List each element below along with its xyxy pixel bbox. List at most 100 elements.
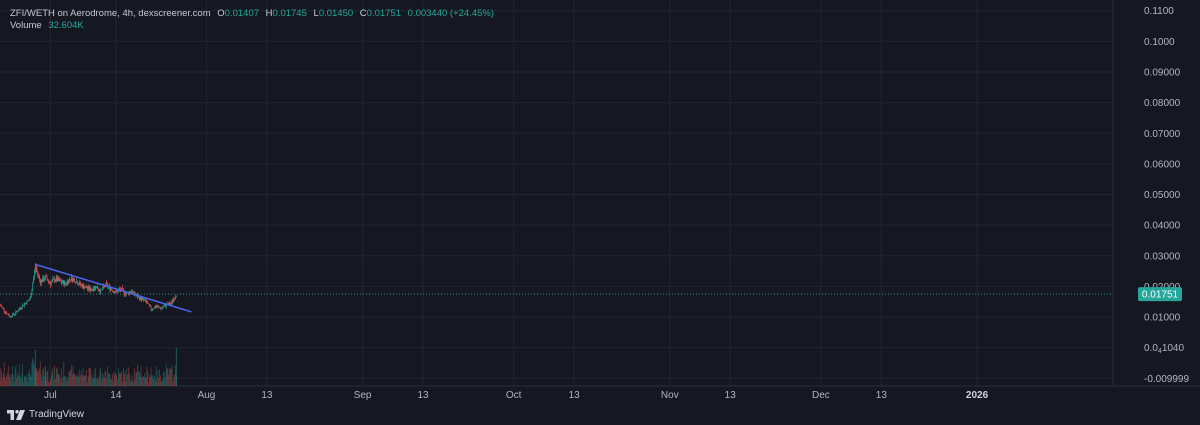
candle-body xyxy=(18,308,20,311)
candle-body xyxy=(170,303,172,305)
volume-bar xyxy=(45,380,47,386)
candle-body xyxy=(60,279,61,282)
time-axis[interactable]: Jul 14 Aug 13 Sep 13 Oct 13 Nov 13 Dec 13 2026 xyxy=(44,390,989,401)
volume-bar xyxy=(170,367,171,386)
volume-bar xyxy=(76,373,78,386)
candle-body xyxy=(56,276,58,282)
price-chart[interactable]: 0.1100 0.1000 0.09000 0.08000 0.07000 0.06000… xyxy=(0,0,1200,404)
candle-body xyxy=(149,303,150,306)
candle-body xyxy=(146,301,148,304)
candle-body xyxy=(144,299,145,301)
volume-bar xyxy=(64,376,65,386)
volume-bar xyxy=(93,370,95,386)
volume-bar xyxy=(169,368,170,386)
candle-body xyxy=(44,275,46,280)
volume-bar xyxy=(107,372,109,386)
volume-spike xyxy=(44,366,46,386)
candle-body xyxy=(44,279,45,281)
volume-bar xyxy=(133,368,135,386)
candle-body xyxy=(11,316,13,318)
volume-bar xyxy=(123,367,124,386)
candle-body xyxy=(15,311,17,315)
close-label: C xyxy=(359,8,367,19)
volume-bar xyxy=(135,372,137,386)
volume-bar xyxy=(87,376,89,386)
volume-bar xyxy=(26,374,28,386)
volume-bar xyxy=(91,374,92,386)
volume-bar xyxy=(6,375,8,386)
volume-bar xyxy=(166,368,168,386)
candle-body xyxy=(29,299,30,301)
candle-body xyxy=(42,277,44,282)
volume-bar xyxy=(165,377,166,386)
candle-body xyxy=(69,279,71,280)
candle-body xyxy=(2,306,3,308)
volume-bar xyxy=(70,365,72,386)
price-axis[interactable]: 0.1100 0.1000 0.09000 0.08000 0.07000 0.06000… xyxy=(1138,6,1189,385)
volume-bar xyxy=(139,374,141,386)
volume-bar xyxy=(137,364,139,386)
volume-bar xyxy=(128,367,129,386)
volume-bar xyxy=(99,370,101,386)
volume-bar xyxy=(112,374,113,386)
volume-bar xyxy=(91,379,93,386)
candle-body xyxy=(32,282,34,290)
candle-body xyxy=(22,305,24,308)
candle-body xyxy=(3,308,5,312)
volume-bar xyxy=(57,373,59,386)
candle-body xyxy=(158,306,159,307)
volume-bar xyxy=(44,375,45,386)
candle-body xyxy=(24,303,26,304)
volume-bar xyxy=(54,365,55,386)
volume-bar xyxy=(138,371,140,386)
candle-body xyxy=(39,279,41,285)
volume-bar xyxy=(48,381,50,386)
symbol-title[interactable]: ZFI/WETH on Aerodrome, 4h, dexscreener.c… xyxy=(10,8,211,19)
candle-body xyxy=(121,288,123,290)
volume-bar xyxy=(14,368,16,386)
volume-bar xyxy=(123,374,125,386)
candle-body xyxy=(112,291,114,292)
candle-body xyxy=(168,303,170,305)
volume-bar xyxy=(132,379,133,386)
volume-bar xyxy=(153,378,154,386)
candle-body xyxy=(55,276,57,281)
candle-body xyxy=(92,289,94,291)
volume-bar xyxy=(161,380,163,386)
candle-body xyxy=(155,306,157,308)
volume-bar xyxy=(116,375,118,386)
candle-body xyxy=(1,306,3,307)
y-tick-label: 0.01000 xyxy=(1144,313,1181,324)
volume-bar xyxy=(69,371,71,386)
candle-body xyxy=(68,279,70,284)
candle-body xyxy=(175,295,177,297)
candle-body xyxy=(73,278,75,279)
candle-body xyxy=(83,284,85,289)
volume-bar xyxy=(86,369,87,386)
candle-body xyxy=(21,307,23,309)
volume-bar xyxy=(149,377,151,386)
volume-bar xyxy=(134,379,136,386)
candle-body xyxy=(71,276,73,282)
volume-bar xyxy=(36,368,38,386)
volume-bar xyxy=(18,375,19,386)
volume-bar xyxy=(41,380,43,386)
volume-bar xyxy=(152,375,154,386)
candle-body xyxy=(91,289,92,292)
candle-body xyxy=(100,288,102,293)
volume-bar xyxy=(143,375,144,386)
close-value: 0.01751 xyxy=(366,8,402,19)
candle-body xyxy=(70,279,71,280)
candle-body xyxy=(3,307,4,309)
volume-bar xyxy=(94,377,96,386)
volume-bar xyxy=(30,376,32,386)
candle-body xyxy=(51,280,53,283)
tradingview-brand[interactable]: TradingView xyxy=(7,409,84,420)
overlays xyxy=(0,263,1113,313)
x-tick-label: 13 xyxy=(725,390,737,401)
candle-body xyxy=(162,307,164,309)
candle-body xyxy=(37,271,39,275)
candle-body xyxy=(81,284,83,288)
candle-body xyxy=(153,308,154,310)
candle-body xyxy=(53,278,55,280)
